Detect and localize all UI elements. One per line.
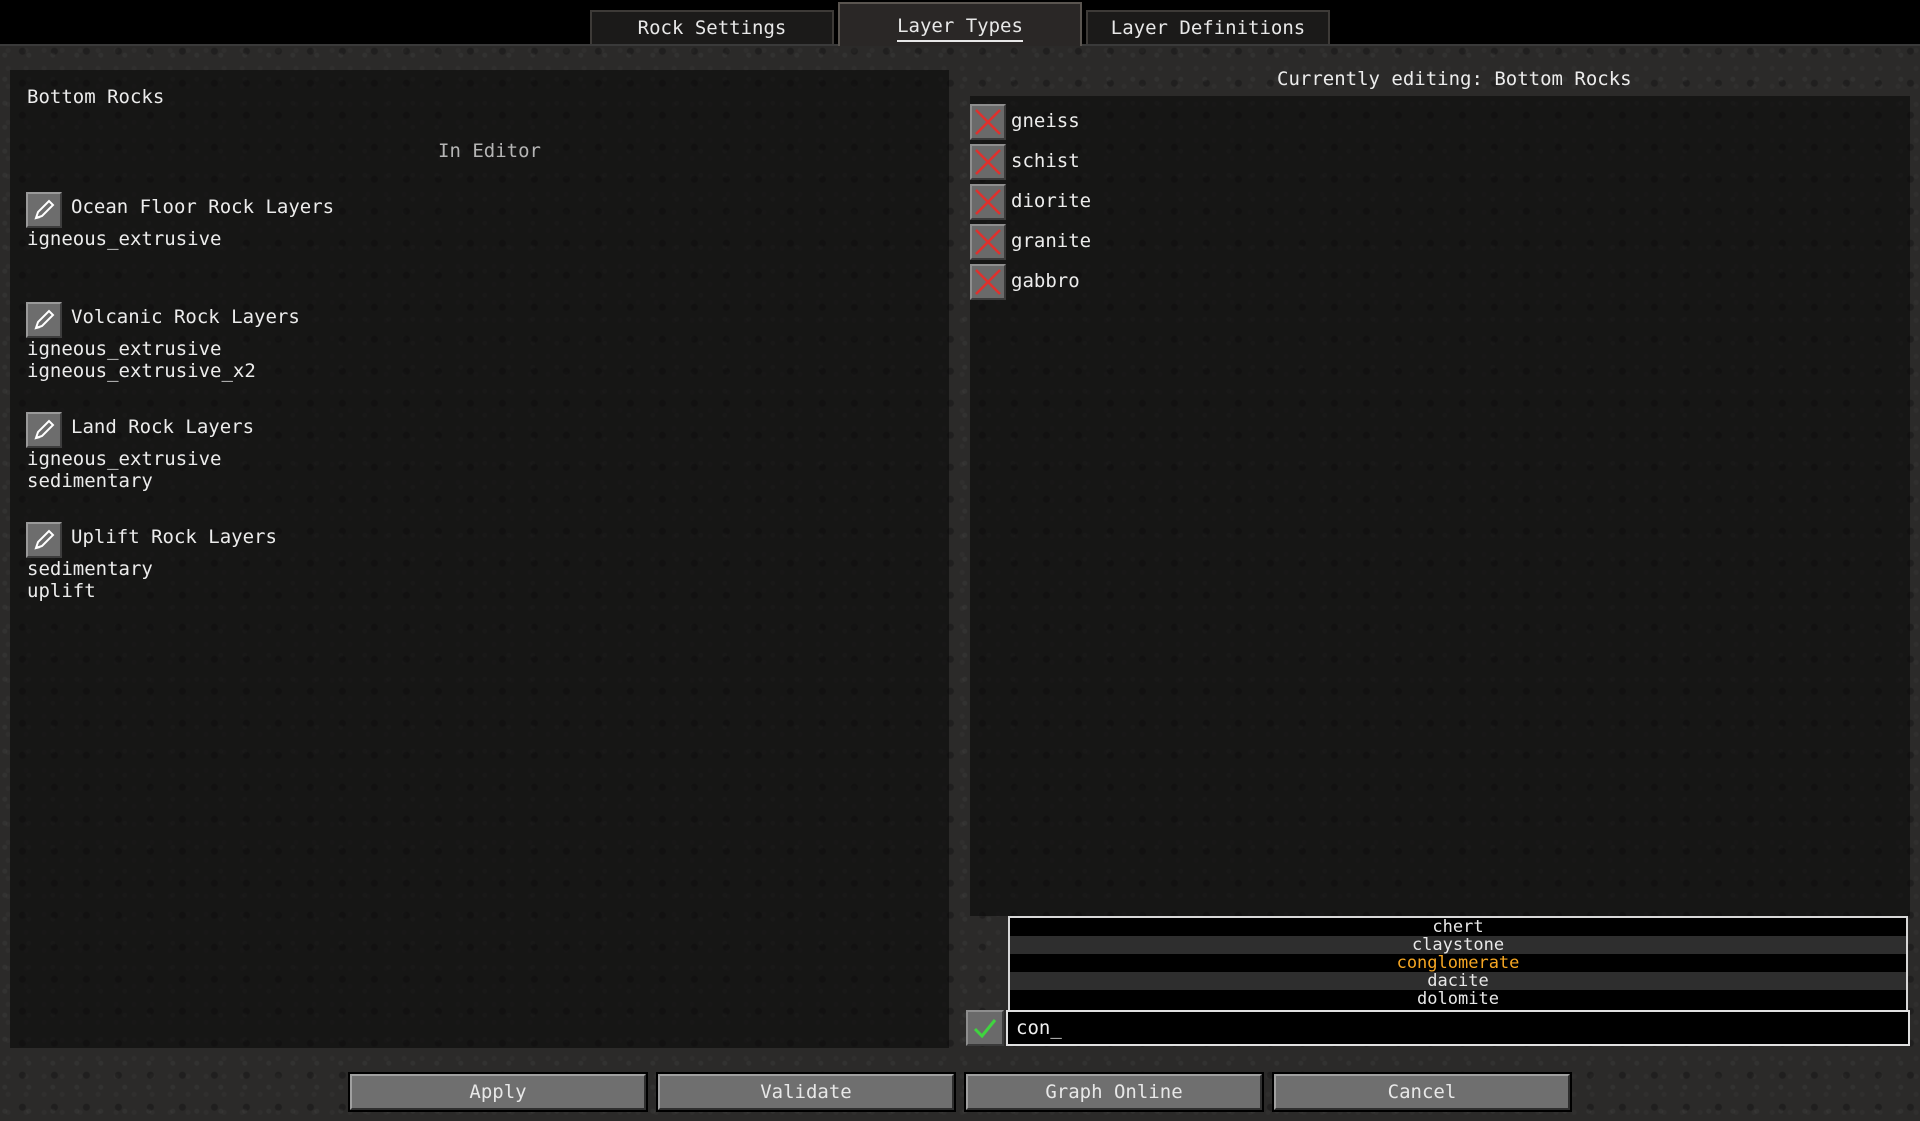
group-item: igneous_extrusive_x2 (27, 360, 256, 382)
close-icon (975, 269, 1001, 295)
edit-volcanic-button[interactable] (26, 302, 62, 338)
checkmark-icon (973, 1019, 997, 1039)
suggestion-item[interactable]: chert (1010, 918, 1906, 936)
validate-button[interactable]: Validate (656, 1072, 956, 1112)
panel-title: Bottom Rocks (27, 86, 165, 108)
edit-uplift-button[interactable] (26, 522, 62, 558)
pencil-icon (34, 199, 55, 220)
group-name: Uplift Rock Layers (71, 526, 277, 548)
tab-label: Layer Types (897, 15, 1023, 42)
confirm-add-button[interactable] (966, 1010, 1004, 1046)
group-name: Volcanic Rock Layers (71, 306, 300, 328)
rock-name: gabbro (1011, 270, 1080, 292)
cancel-button[interactable]: Cancel (1272, 1072, 1572, 1112)
suggestion-dropdown: chert claystone conglomerate dacite dolo… (1008, 916, 1908, 1010)
suggestion-item[interactable]: claystone (1010, 936, 1906, 954)
group-item: sedimentary (27, 470, 153, 492)
edit-land-button[interactable] (26, 412, 62, 448)
remove-granite-button[interactable] (970, 224, 1006, 260)
tab-rock-settings[interactable]: Rock Settings (590, 10, 834, 44)
suggestion-item-selected[interactable]: conglomerate (1010, 954, 1906, 972)
group-item: sedimentary (27, 558, 153, 580)
tab-layer-types[interactable]: Layer Types (838, 2, 1082, 46)
suggestion-item[interactable]: dacite (1010, 972, 1906, 990)
group-name: Ocean Floor Rock Layers (71, 196, 335, 218)
remove-gabbro-button[interactable] (970, 264, 1006, 300)
remove-gneiss-button[interactable] (970, 104, 1006, 140)
apply-button[interactable]: Apply (348, 1072, 648, 1112)
close-icon (975, 109, 1001, 135)
rock-name: gneiss (1011, 110, 1080, 132)
group-item: igneous_extrusive (27, 338, 222, 360)
remove-schist-button[interactable] (970, 144, 1006, 180)
panel-subtitle: In Editor (438, 140, 541, 162)
close-icon (975, 229, 1001, 255)
rock-search-input[interactable]: con_ (1006, 1010, 1910, 1046)
rock-name: diorite (1011, 190, 1092, 212)
group-item: uplift (27, 580, 96, 602)
tab-layer-definitions[interactable]: Layer Definitions (1086, 10, 1330, 44)
group-name: Land Rock Layers (71, 416, 255, 438)
pencil-icon (34, 529, 55, 550)
remove-diorite-button[interactable] (970, 184, 1006, 220)
tab-bar: Rock Settings Layer Types Layer Definiti… (0, 0, 1920, 46)
rock-name: granite (1011, 230, 1092, 252)
rock-name: schist (1011, 150, 1080, 172)
close-icon (975, 189, 1001, 215)
editing-header: Currently editing: Bottom Rocks (1277, 68, 1632, 90)
tab-label: Rock Settings (637, 17, 787, 39)
rock-list-panel[interactable] (970, 96, 1910, 916)
pencil-icon (34, 419, 55, 440)
close-icon (975, 149, 1001, 175)
suggestion-item[interactable]: dolomite (1010, 990, 1906, 1008)
tab-label: Layer Definitions (1110, 17, 1306, 39)
group-item: igneous_extrusive (27, 448, 222, 470)
edit-ocean-floor-button[interactable] (26, 192, 62, 228)
group-item: igneous_extrusive (27, 228, 222, 250)
pencil-icon (34, 309, 55, 330)
graph-online-button[interactable]: Graph Online (964, 1072, 1264, 1112)
